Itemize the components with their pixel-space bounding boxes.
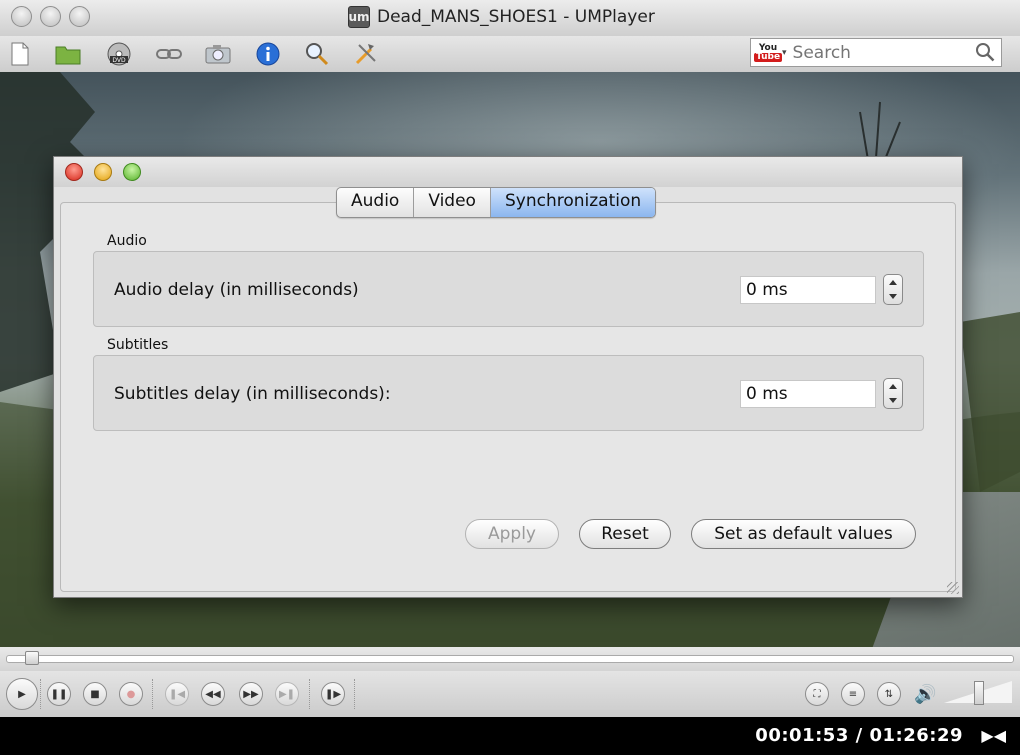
controls-separator bbox=[40, 679, 41, 709]
subtitles-group-title: Subtitles bbox=[107, 337, 169, 353]
youtube-search-box: You Tube ▾ bbox=[750, 38, 1002, 67]
window-minimize-button[interactable] bbox=[40, 6, 61, 27]
stepper-down-icon[interactable] bbox=[889, 398, 897, 404]
audio-delay-label: Audio delay (in milliseconds) bbox=[114, 280, 359, 300]
subtitles-delay-input[interactable] bbox=[740, 380, 876, 408]
tab-audio[interactable]: Audio bbox=[337, 188, 415, 217]
equalizer-icon[interactable]: ⇅ bbox=[877, 682, 901, 706]
info-icon[interactable] bbox=[254, 40, 282, 68]
next-button[interactable]: ▶❚ bbox=[275, 682, 299, 706]
seek-track[interactable] bbox=[6, 655, 1014, 663]
open-folder-icon[interactable] bbox=[54, 40, 82, 68]
window-title: um Dead_MANS_SHOES1 - UMPlayer bbox=[348, 6, 655, 28]
fullscreen-icon[interactable]: ⛶ bbox=[805, 682, 829, 706]
youtube-logo-icon[interactable]: You Tube bbox=[753, 42, 783, 64]
fast-forward-button[interactable]: ▶▶ bbox=[239, 682, 263, 706]
svg-text:DVD: DVD bbox=[112, 57, 126, 64]
volume-icon[interactable]: 🔊 bbox=[914, 684, 936, 705]
aspect-icon[interactable]: ▶◀ bbox=[981, 726, 1006, 745]
stepper-up-icon[interactable] bbox=[889, 279, 897, 285]
resize-grip[interactable] bbox=[947, 582, 959, 594]
dvd-icon[interactable]: DVD bbox=[105, 40, 133, 68]
play-button[interactable]: ▶ bbox=[6, 678, 38, 710]
reset-button[interactable]: Reset bbox=[579, 519, 671, 549]
controls-separator bbox=[354, 679, 355, 709]
seek-bar bbox=[0, 647, 1020, 671]
frame-step-button[interactable]: ❚▶ bbox=[321, 682, 345, 706]
subtitles-group: Subtitles delay (in milliseconds): bbox=[93, 355, 924, 431]
audio-group-title: Audio bbox=[107, 233, 147, 249]
stepper-up-icon[interactable] bbox=[889, 383, 897, 389]
search-input[interactable] bbox=[790, 41, 975, 64]
main-toolbar: DVD You Tube ▾ bbox=[0, 36, 1020, 73]
preferences-dialog: Audio Video Synchronization Audio Audio … bbox=[53, 156, 963, 598]
subtitles-delay-stepper[interactable] bbox=[883, 378, 903, 409]
stepper-down-icon[interactable] bbox=[889, 294, 897, 300]
camera-icon[interactable] bbox=[204, 40, 232, 68]
status-bar: 00:01:53 / 01:26:29 ▶◀ bbox=[0, 717, 1020, 755]
audio-group: Audio delay (in milliseconds) bbox=[93, 251, 924, 327]
new-file-icon[interactable] bbox=[6, 40, 34, 68]
umplayer-logo-icon: um bbox=[348, 6, 370, 28]
volume-slider[interactable] bbox=[944, 681, 1012, 707]
tools-icon[interactable] bbox=[352, 40, 380, 68]
set-default-values-button[interactable]: Set as default values bbox=[691, 519, 916, 549]
tab-video[interactable]: Video bbox=[414, 188, 491, 217]
apply-button[interactable]: Apply bbox=[465, 519, 559, 549]
controls-separator bbox=[309, 679, 310, 709]
seek-thumb[interactable] bbox=[25, 651, 39, 665]
link-icon[interactable] bbox=[155, 40, 183, 68]
rewind-button[interactable]: ◀◀ bbox=[201, 682, 225, 706]
zoom-icon[interactable] bbox=[303, 40, 331, 68]
playlist-icon[interactable]: ≡ bbox=[841, 682, 865, 706]
chevron-down-icon[interactable]: ▾ bbox=[782, 48, 787, 58]
volume-thumb[interactable] bbox=[974, 681, 984, 705]
search-icon[interactable] bbox=[975, 42, 995, 66]
window-close-button[interactable] bbox=[11, 6, 32, 27]
audio-delay-input[interactable] bbox=[740, 276, 876, 304]
playback-controls: ▶ ❚❚ ■ ● ❚◀ ◀◀ ▶▶ ▶❚ ❚▶ ⛶ ≡ ⇅ 🔊 bbox=[0, 671, 1020, 717]
time-display: 00:01:53 / 01:26:29 bbox=[755, 725, 963, 746]
window-title-text: Dead_MANS_SHOES1 - UMPlayer bbox=[377, 7, 655, 27]
dialog-titlebar bbox=[54, 157, 962, 187]
audio-delay-stepper[interactable] bbox=[883, 274, 903, 305]
dialog-close-button[interactable] bbox=[65, 163, 83, 181]
record-button[interactable]: ● bbox=[119, 682, 143, 706]
window-zoom-button[interactable] bbox=[69, 6, 90, 27]
dialog-zoom-button[interactable] bbox=[123, 163, 141, 181]
controls-separator bbox=[152, 679, 153, 709]
dialog-tabs: Audio Video Synchronization bbox=[336, 187, 657, 218]
tab-synchronization[interactable]: Synchronization bbox=[490, 188, 656, 217]
window-titlebar: um Dead_MANS_SHOES1 - UMPlayer bbox=[0, 0, 1020, 37]
stop-button[interactable]: ■ bbox=[83, 682, 107, 706]
pause-button[interactable]: ❚❚ bbox=[47, 682, 71, 706]
dialog-minimize-button[interactable] bbox=[94, 163, 112, 181]
youtube-badge-bottom: Tube bbox=[753, 51, 783, 62]
subtitles-delay-label: Subtitles delay (in milliseconds): bbox=[114, 384, 391, 404]
previous-button[interactable]: ❚◀ bbox=[165, 682, 189, 706]
